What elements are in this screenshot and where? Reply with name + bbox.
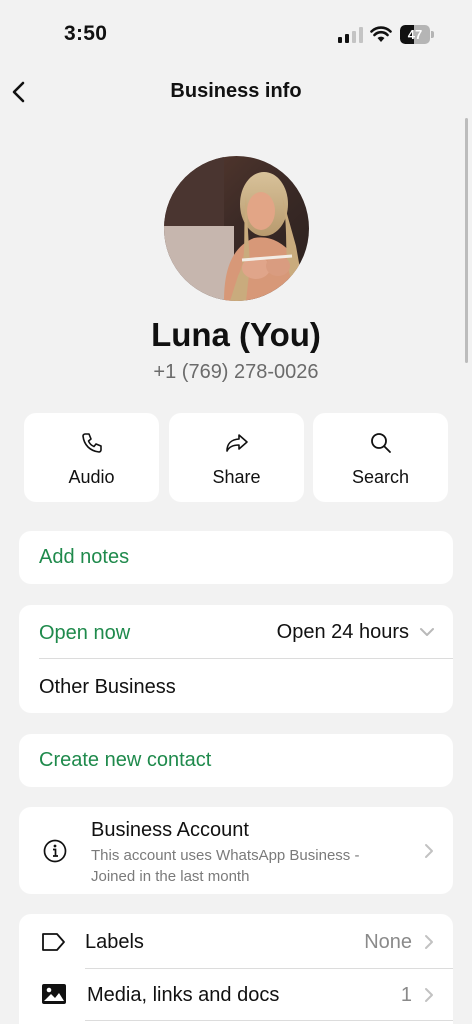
profile-name: Luna (You) bbox=[151, 316, 321, 353]
labels-row[interactable]: Labels None bbox=[19, 914, 453, 968]
cellular-signal-icon bbox=[338, 27, 363, 43]
search-button[interactable]: Search bbox=[313, 413, 448, 502]
search-icon bbox=[370, 433, 391, 453]
labels-value: None bbox=[364, 931, 412, 953]
info-icon bbox=[43, 839, 67, 863]
create-contact-card[interactable]: Create new contact bbox=[19, 734, 453, 787]
create-contact-link[interactable]: Create new contact bbox=[39, 749, 211, 772]
hours-dropdown[interactable]: Open 24 hours bbox=[277, 621, 435, 645]
divider bbox=[39, 658, 453, 659]
search-label: Search bbox=[351, 467, 410, 487]
share-label: Share bbox=[212, 467, 261, 487]
audio-label: Audio bbox=[68, 467, 115, 487]
business-hours-card: Open now Open 24 hours Other Business bbox=[19, 605, 453, 713]
business-category: Other Business bbox=[39, 676, 176, 698]
phone-icon bbox=[81, 433, 102, 453]
add-notes-card[interactable]: Add notes bbox=[19, 531, 453, 584]
business-account-title: Business Account bbox=[91, 819, 249, 841]
avatar[interactable] bbox=[164, 156, 309, 301]
label-tag-icon bbox=[42, 933, 65, 951]
chevron-right-icon bbox=[425, 988, 433, 1002]
media-label: Media, links and docs bbox=[87, 984, 280, 1006]
profile-phone: +1 (769) 278-0026 bbox=[153, 361, 319, 383]
wifi-icon bbox=[370, 26, 392, 42]
battery-icon: 47 bbox=[400, 25, 434, 44]
status-bar: 3:50 47 bbox=[0, 0, 472, 70]
share-icon bbox=[225, 434, 248, 452]
chevron-right-icon bbox=[425, 935, 433, 949]
share-button[interactable]: Share bbox=[169, 413, 304, 502]
add-notes-link[interactable]: Add notes bbox=[39, 546, 129, 569]
chevron-right-icon bbox=[425, 844, 433, 858]
business-account-row[interactable]: Business Account This account uses Whats… bbox=[19, 807, 453, 894]
chevron-down-icon bbox=[420, 628, 434, 636]
labels-media-card: Labels None Media, links and docs 1 bbox=[19, 914, 453, 1024]
media-links-docs-row[interactable]: Media, links and docs 1 bbox=[19, 969, 453, 1023]
divider bbox=[85, 1020, 453, 1021]
battery-percent: 47 bbox=[407, 27, 423, 42]
profile-photo bbox=[164, 156, 309, 301]
labels-label: Labels bbox=[85, 931, 144, 953]
business-account-description: This account uses WhatsApp Business - Jo… bbox=[91, 847, 360, 885]
hours-value: Open 24 hours bbox=[276, 621, 409, 643]
media-count: 1 bbox=[400, 984, 412, 1006]
status-time: 3:50 bbox=[64, 22, 108, 45]
nav-bar: Business info bbox=[0, 70, 472, 114]
page-title: Business info bbox=[170, 80, 302, 102]
image-icon bbox=[42, 984, 66, 1004]
audio-button[interactable]: Audio bbox=[24, 413, 159, 502]
open-status: Open now bbox=[39, 622, 131, 644]
